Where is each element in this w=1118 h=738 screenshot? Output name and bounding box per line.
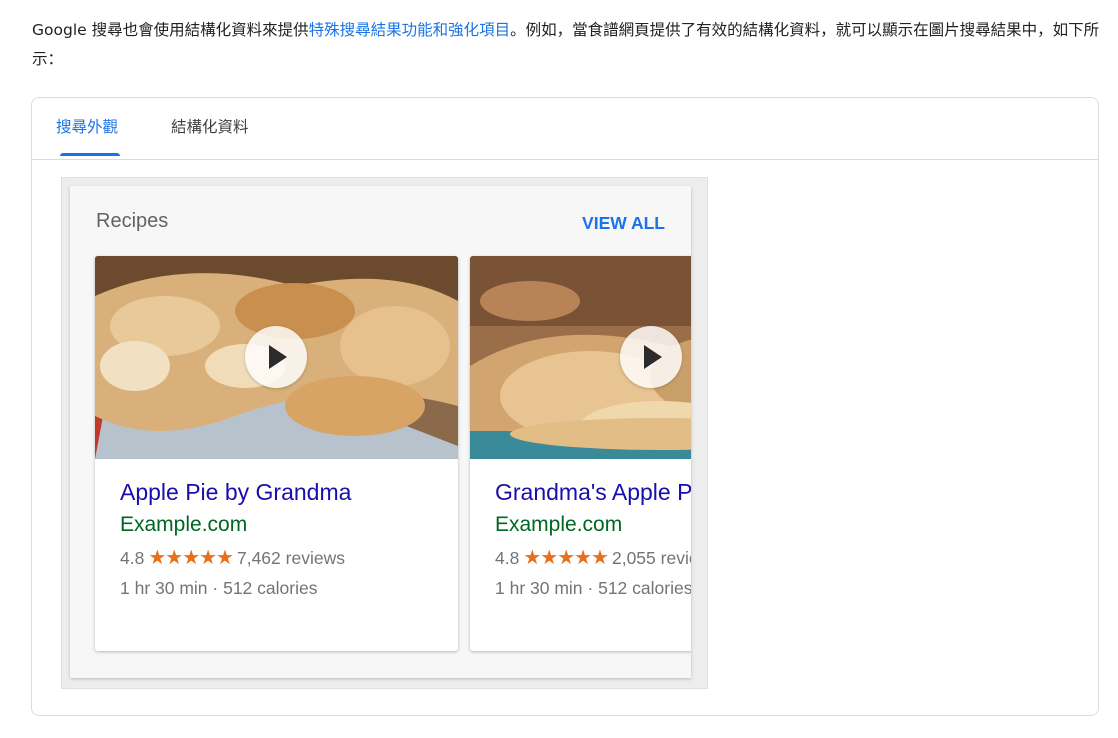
play-icon[interactable]: [620, 326, 682, 388]
carousel-title: Recipes: [96, 210, 169, 232]
tab-search-appearance[interactable]: 搜尋外觀: [56, 116, 118, 138]
intro-paragraph: Google 搜尋也會使用結構化資料來提供特殊搜尋結果功能和強化項目。例如，當食…: [32, 16, 1107, 74]
recipe-rating: 4.8★★★★★2,055 reviews: [495, 545, 691, 569]
play-icon[interactable]: [245, 326, 307, 388]
recipe-meta: 1 hr 30 min · 512 calories: [120, 578, 318, 598]
review-count: 7,462 reviews: [236, 548, 345, 568]
search-preview-image: Recipes VIEW ALL Apple Pie by Grandma Ex…: [61, 177, 708, 689]
view-all-link[interactable]: VIEW ALL: [582, 213, 665, 234]
recipe-site: Example.com: [495, 513, 623, 536]
recipe-thumbnail: [470, 256, 691, 459]
recipe-card[interactable]: Apple Pie by Grandma Example.com 4.8 ★★★★…: [95, 256, 458, 651]
star-icon: ★★★★★: [148, 545, 234, 569]
recipe-carousel: Recipes VIEW ALL Apple Pie by Grandma Ex…: [70, 186, 691, 678]
recipe-card[interactable]: Grandma's Apple Pie Example.com 4.8 ★★★★★…: [470, 256, 691, 651]
review-count: 2,055 reviews: [611, 548, 691, 568]
example-tabs-panel: 搜尋外觀 結構化資料 Recipes VIEW ALL Apple Pie by…: [31, 97, 1099, 716]
recipe-meta: 1 hr 30 min · 512 calories: [495, 578, 691, 598]
recipe-thumbnail: [95, 256, 458, 459]
recipe-site: Example.com: [120, 513, 248, 536]
active-tab-indicator: [60, 153, 120, 156]
tab-structured-data[interactable]: 結構化資料: [171, 116, 249, 138]
recipe-title[interactable]: Grandma's Apple Pie: [495, 479, 691, 506]
recipe-title[interactable]: Apple Pie by Grandma: [120, 479, 351, 506]
recipe-rating: 4.8 ★★★★★ 7,462 reviews: [120, 545, 345, 569]
rating-value: 4.8: [495, 548, 520, 568]
tab-bar: 搜尋外觀 結構化資料: [32, 98, 1098, 160]
rating-value: 4.8: [120, 548, 145, 568]
rich-results-link[interactable]: 特殊搜尋結果功能和強化項目: [309, 21, 511, 39]
intro-text-before: Google 搜尋也會使用結構化資料來提供: [32, 21, 309, 39]
star-icon: ★★★★★: [523, 545, 609, 569]
